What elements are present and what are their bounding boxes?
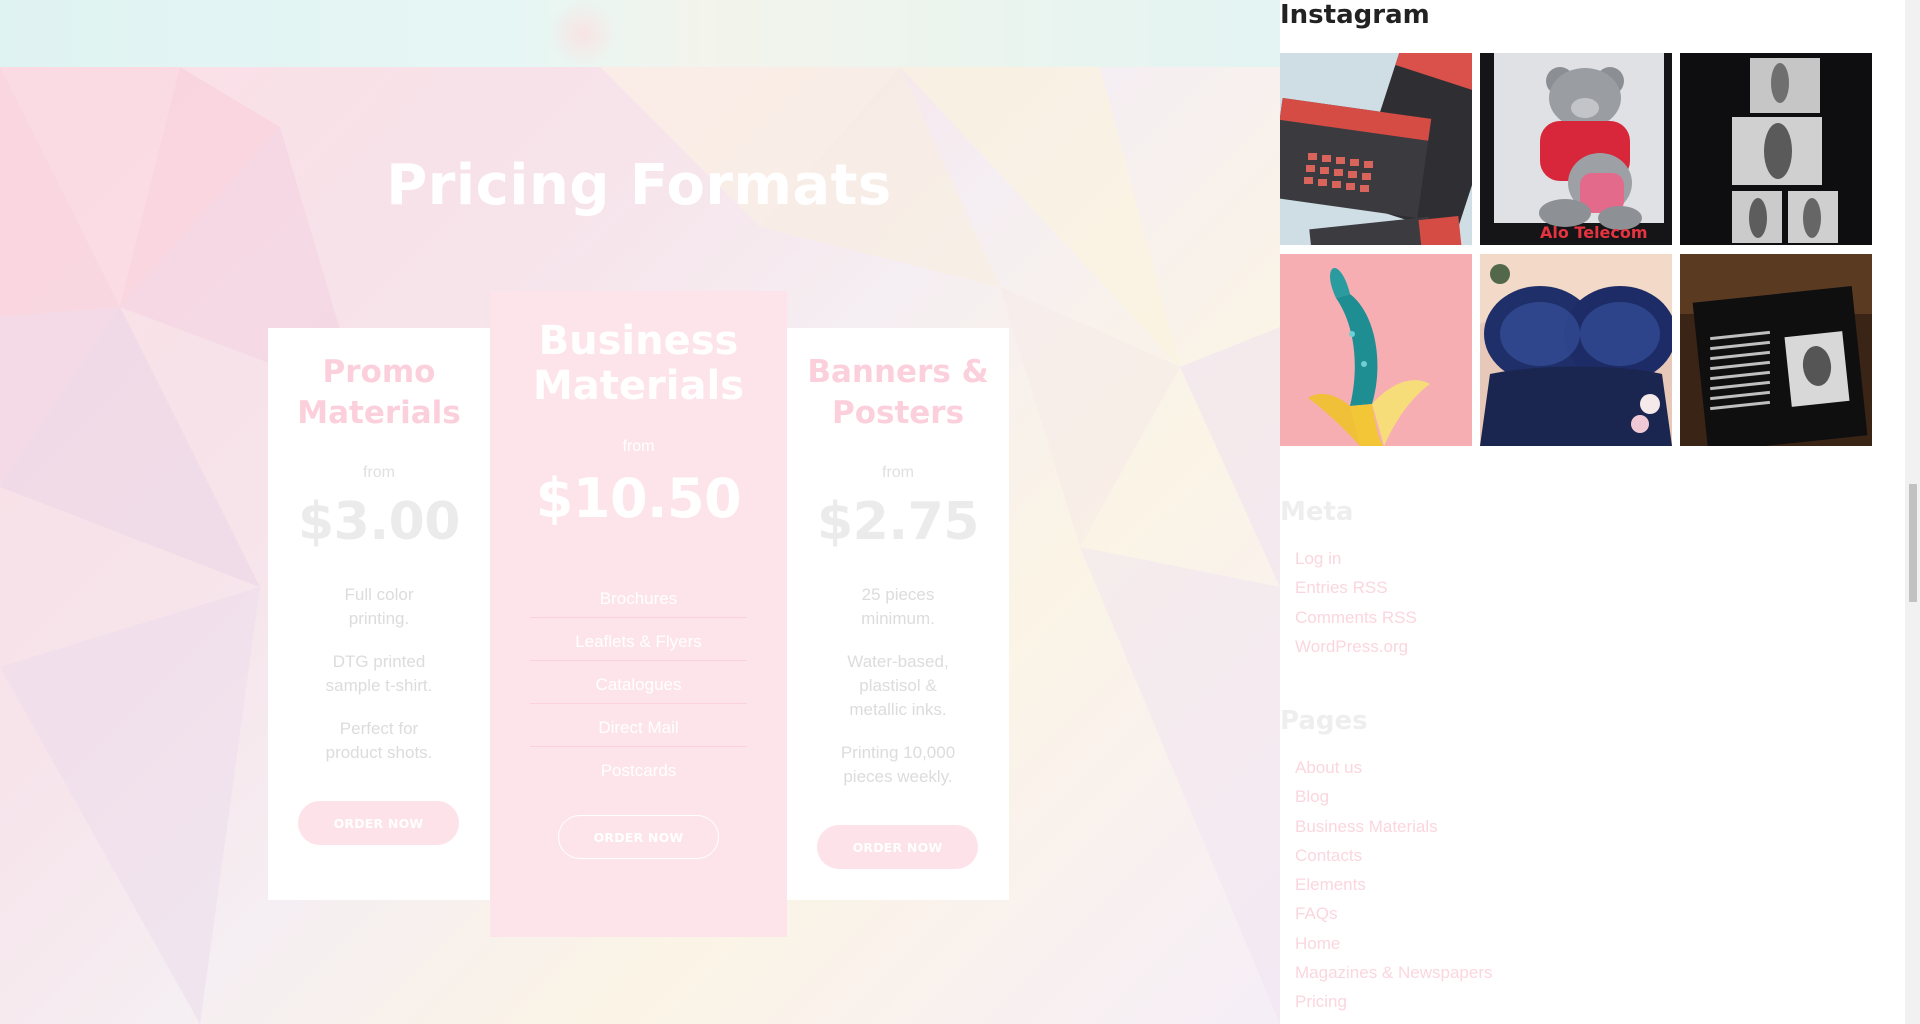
list-item: About us (1295, 757, 1492, 786)
list-item: Magazines & Newspapers (1295, 962, 1492, 991)
list-item: Home (1295, 933, 1492, 962)
page-link-business-materials[interactable]: Business Materials (1295, 817, 1438, 836)
list-item: Elements (1295, 874, 1492, 903)
list-item: Comments RSS (1295, 607, 1417, 636)
alo-telecom-caption: Alo Telecom (1540, 223, 1648, 242)
sidebar: Instagram Alo Telecom Meta Log in Entrie… (1280, 0, 1905, 1024)
meta-links-list: Log in Entries RSS Comments RSS WordPres… (1295, 548, 1417, 665)
order-now-button[interactable]: ORDER NOW (558, 815, 719, 859)
list-item: Pricing (1295, 991, 1492, 1020)
page-link-home[interactable]: Home (1295, 934, 1340, 953)
order-now-button[interactable]: ORDER NOW (817, 825, 978, 869)
order-now-button[interactable]: ORDER NOW (298, 801, 459, 845)
page-link-about-us[interactable]: About us (1295, 758, 1362, 777)
meta-link-log-in[interactable]: Log in (1295, 549, 1341, 568)
list-item: WordPress.org (1295, 636, 1417, 665)
price-value: $3.00 (298, 492, 460, 552)
lace-lingerie-photo[interactable] (1480, 254, 1672, 446)
card-title: Business Materials (533, 318, 744, 409)
pages-links-list: About us Blog Business Materials Contact… (1295, 757, 1492, 1021)
feature-text: Printing 10,000 pieces weekly. (840, 743, 956, 786)
list-item: Postcards (600, 761, 677, 780)
list-divider (530, 660, 747, 661)
page-link-faqs[interactable]: FAQs (1295, 904, 1338, 923)
page-link-contacts[interactable]: Contacts (1295, 846, 1362, 865)
price-value: $2.75 (817, 492, 979, 552)
main-content: Pricing Formats Promo Materials from $3.0… (0, 0, 1280, 1024)
price-value: $10.50 (535, 467, 742, 530)
price-from-label: from (882, 464, 914, 481)
page-link-magazines[interactable]: Magazines & Newspapers (1295, 963, 1492, 982)
meta-widget-title: Meta (1280, 497, 1354, 527)
meta-link-comments-rss[interactable]: Comments RSS (1295, 608, 1417, 627)
pricing-title: Pricing Formats (386, 153, 892, 218)
hero-image-detail (548, 0, 618, 67)
list-item: Contacts (1295, 845, 1492, 874)
list-item: Blog (1295, 786, 1492, 815)
page-scrollbar[interactable] (1905, 0, 1920, 1024)
price-from-label: from (363, 464, 395, 481)
list-item: Entries RSS (1295, 577, 1417, 606)
pricing-card-business: Business Materials from $10.50 Brochures … (490, 291, 787, 937)
page-link-pricing[interactable]: Pricing (1295, 992, 1347, 1011)
list-divider (530, 746, 747, 747)
open-magazine-photo[interactable] (1680, 254, 1872, 446)
meta-link-entries-rss[interactable]: Entries RSS (1295, 578, 1388, 597)
page-link-elements[interactable]: Elements (1295, 875, 1366, 894)
meta-link-wordpress[interactable]: WordPress.org (1295, 637, 1408, 656)
glitter-banana-photo[interactable] (1280, 254, 1472, 446)
list-item: Leaflets & Flyers (575, 632, 702, 651)
list-divider (530, 617, 747, 618)
card-title: Promo Materials (297, 354, 461, 431)
pages-widget-title: Pages (1280, 706, 1368, 736)
feature-text: Water-based, plastisol & metallic inks. (847, 652, 949, 719)
teddy-bears-photo[interactable]: Alo Telecom (1480, 53, 1672, 245)
hero-image-strip (0, 0, 1280, 67)
price-from-label: from (622, 438, 655, 455)
bw-photo-prints-photo[interactable] (1680, 53, 1872, 245)
list-divider (530, 703, 747, 704)
card-title: Banners & Posters (807, 354, 989, 431)
list-item: Direct Mail (598, 718, 679, 737)
pricing-card-banners: Banners & Posters from $2.75 25 pieces min… (787, 328, 1009, 900)
feature-text: 25 pieces minimum. (861, 585, 935, 628)
list-item: Catalogues (595, 675, 682, 694)
business-cards-photo[interactable] (1280, 53, 1472, 245)
page-link-blog[interactable]: Blog (1295, 787, 1329, 806)
feature-text: Perfect for product shots. (325, 719, 433, 762)
list-item: FAQs (1295, 903, 1492, 932)
list-item: Business Materials (1295, 816, 1492, 845)
list-item: Brochures (599, 589, 678, 608)
instagram-widget-title: Instagram (1280, 0, 1430, 30)
pricing-card-promo: Promo Materials from $3.00 Full color prin… (268, 328, 490, 900)
feature-text: Full color printing. (344, 585, 414, 628)
feature-text: DTG printed sample t-shirt. (325, 652, 433, 695)
scrollbar-thumb[interactable] (1909, 484, 1917, 602)
list-item: Log in (1295, 548, 1417, 577)
